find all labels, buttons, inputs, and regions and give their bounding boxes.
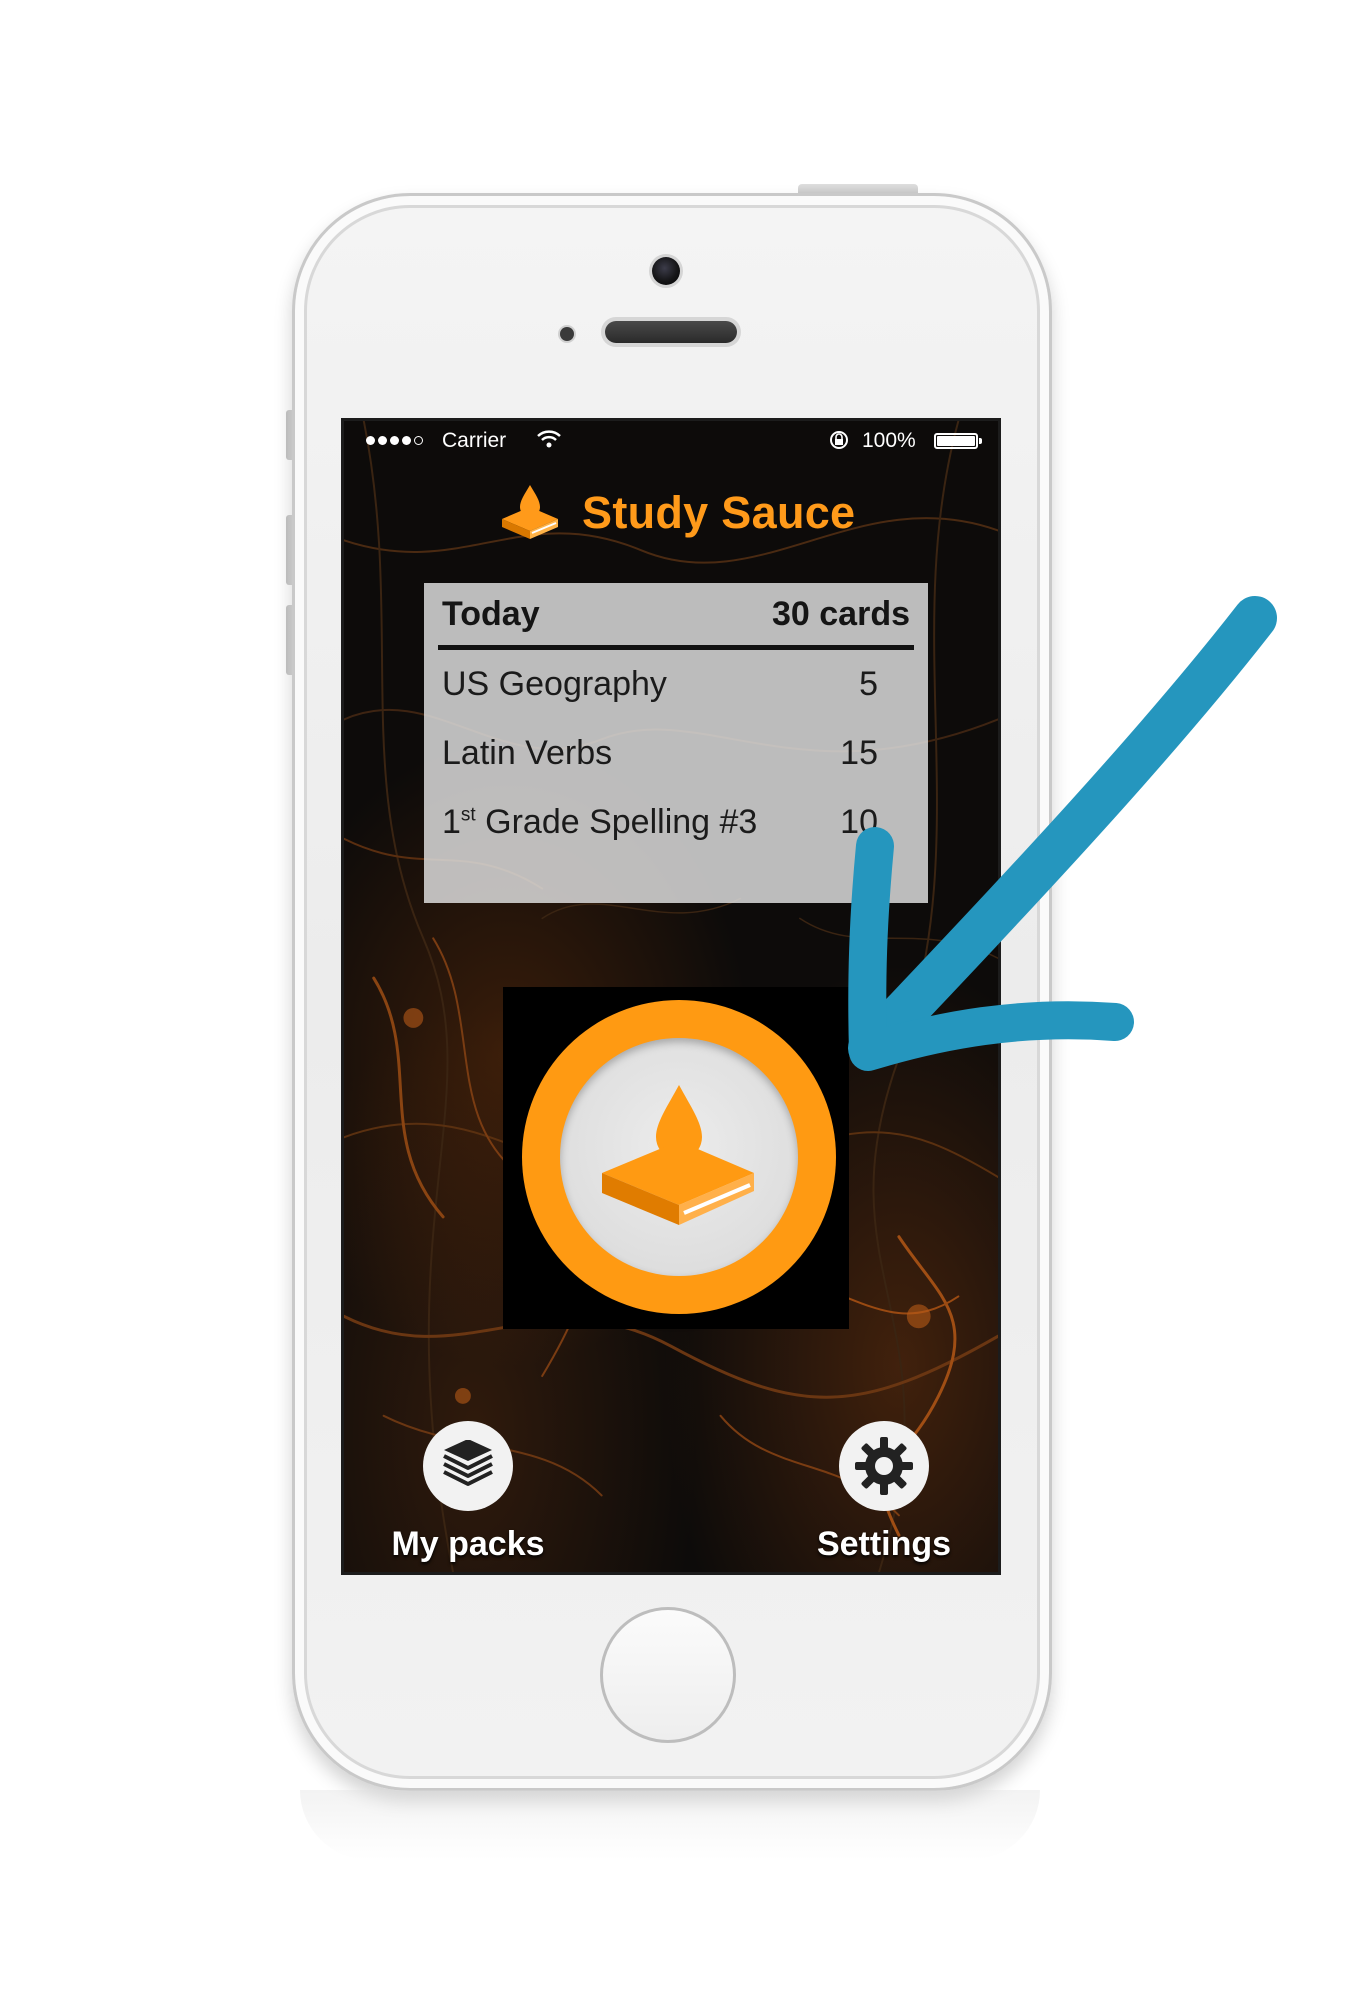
carrier-name: Carrier <box>442 429 507 452</box>
settings-icon-circle <box>839 1421 929 1511</box>
study-button-backdrop <box>503 987 849 1329</box>
nav-settings[interactable]: Settings <box>794 1421 974 1564</box>
earpiece-speaker <box>605 321 737 343</box>
app-screen: Carrier 100% Study Sauce Today 30 cards … <box>341 418 1001 1575</box>
today-summary-card: Today 30 cards US Geography 5 Latin Verb… <box>424 583 928 903</box>
pack-name: US Geography <box>442 665 667 703</box>
pack-name: 1st Grade Spelling #3 <box>442 803 758 841</box>
pack-row[interactable]: Latin Verbs 15 <box>438 719 914 788</box>
today-label: Today <box>442 594 540 633</box>
today-header: Today 30 cards <box>438 583 914 650</box>
sauce-book-icon <box>602 1085 754 1225</box>
sauce-book-icon <box>502 485 558 539</box>
settings-label: Settings <box>816 1525 952 1563</box>
home-button[interactable] <box>600 1607 736 1743</box>
today-total: 30 cards <box>772 594 910 633</box>
app-header: Study Sauce <box>498 483 855 543</box>
pack-count: 10 <box>840 803 878 841</box>
start-study-button[interactable] <box>522 1000 836 1314</box>
gear-icon <box>855 1437 913 1495</box>
status-bar: Carrier 100% <box>344 421 998 457</box>
signal-strength-icon <box>366 436 423 445</box>
battery-percent: 100% <box>862 429 916 452</box>
pack-name: Latin Verbs <box>442 734 613 772</box>
app-title: Study Sauce <box>582 487 856 538</box>
battery-icon <box>934 433 982 449</box>
mockup-stage: Carrier 100% Study Sauce Today 30 cards … <box>0 0 1350 2000</box>
nav-my-packs[interactable]: My packs <box>378 1421 558 1564</box>
pack-row[interactable]: 1st Grade Spelling #3 10 <box>438 788 914 857</box>
pack-row[interactable]: US Geography 5 <box>438 650 914 719</box>
my-packs-icon-circle <box>423 1421 513 1511</box>
stack-icon <box>443 1440 493 1486</box>
my-packs-label: My packs <box>391 1525 545 1563</box>
proximity-sensor <box>560 327 574 341</box>
rotation-lock-icon <box>830 431 848 449</box>
phone-reflection <box>300 1790 1040 1860</box>
study-button-face <box>560 1038 798 1276</box>
front-camera <box>652 257 680 285</box>
wifi-icon <box>537 430 561 448</box>
pack-count: 5 <box>859 665 878 703</box>
pack-count: 15 <box>840 734 878 772</box>
